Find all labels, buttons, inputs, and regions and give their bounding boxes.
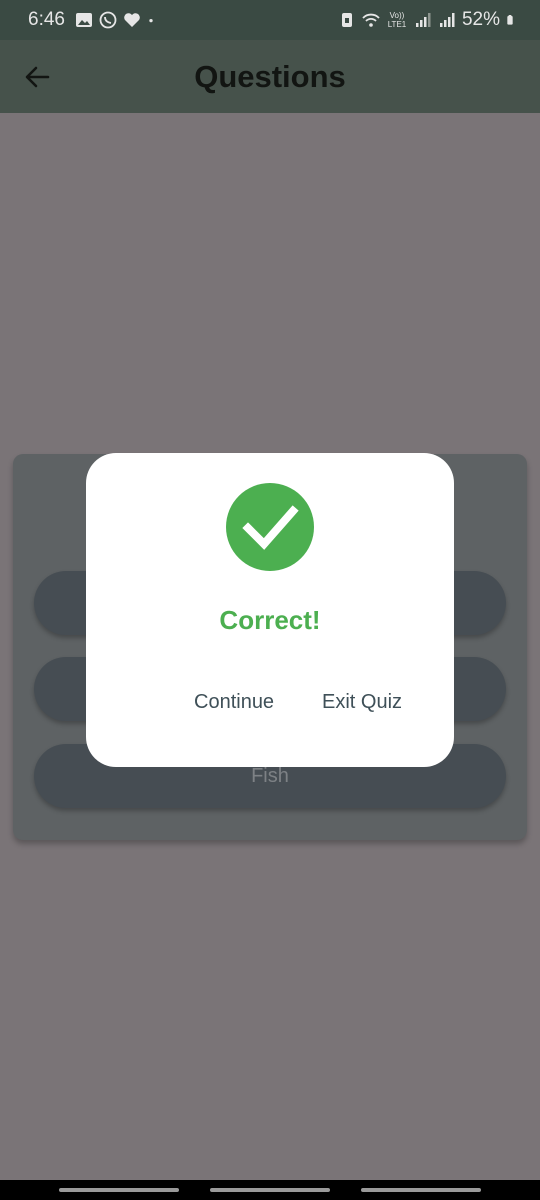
back-button[interactable] [22, 62, 52, 92]
page-title: Questions [194, 58, 346, 94]
status-left: 6:46 [28, 9, 159, 31]
battery-icon [507, 15, 513, 25]
result-message: Correct! [219, 605, 321, 635]
battery-percent: 52% [461, 9, 500, 30]
nav-home-handle[interactable] [210, 1188, 330, 1192]
continue-button[interactable]: Continue [194, 691, 274, 714]
heart-icon [124, 13, 140, 27]
sim-icon [341, 13, 352, 27]
status-right: Vo)) LTE1 52% [338, 9, 518, 31]
signal-icon-2 [439, 13, 455, 27]
nav-recents-handle[interactable] [59, 1188, 179, 1192]
gallery-icon [75, 13, 92, 27]
system-nav-bar [0, 1180, 540, 1200]
whatsapp-icon [99, 11, 117, 29]
arrow-left-icon [25, 66, 50, 88]
volte-label: Vo)) LTE1 [387, 11, 407, 29]
dot-icon [149, 19, 153, 23]
wifi-icon [362, 13, 380, 27]
exit-quiz-button[interactable]: Exit Quiz [322, 691, 402, 714]
result-dialog: Correct! Continue Exit Quiz [86, 453, 454, 767]
nav-back-handle[interactable] [361, 1188, 481, 1192]
app-bar: Questions [0, 40, 540, 113]
check-circle-icon [226, 483, 314, 571]
signal-icon [415, 13, 431, 27]
status-bar: 6:46 Vo)) LTE1 52% [0, 0, 540, 40]
answer-option-label: Fish [251, 764, 289, 787]
status-time: 6:46 [28, 9, 65, 30]
